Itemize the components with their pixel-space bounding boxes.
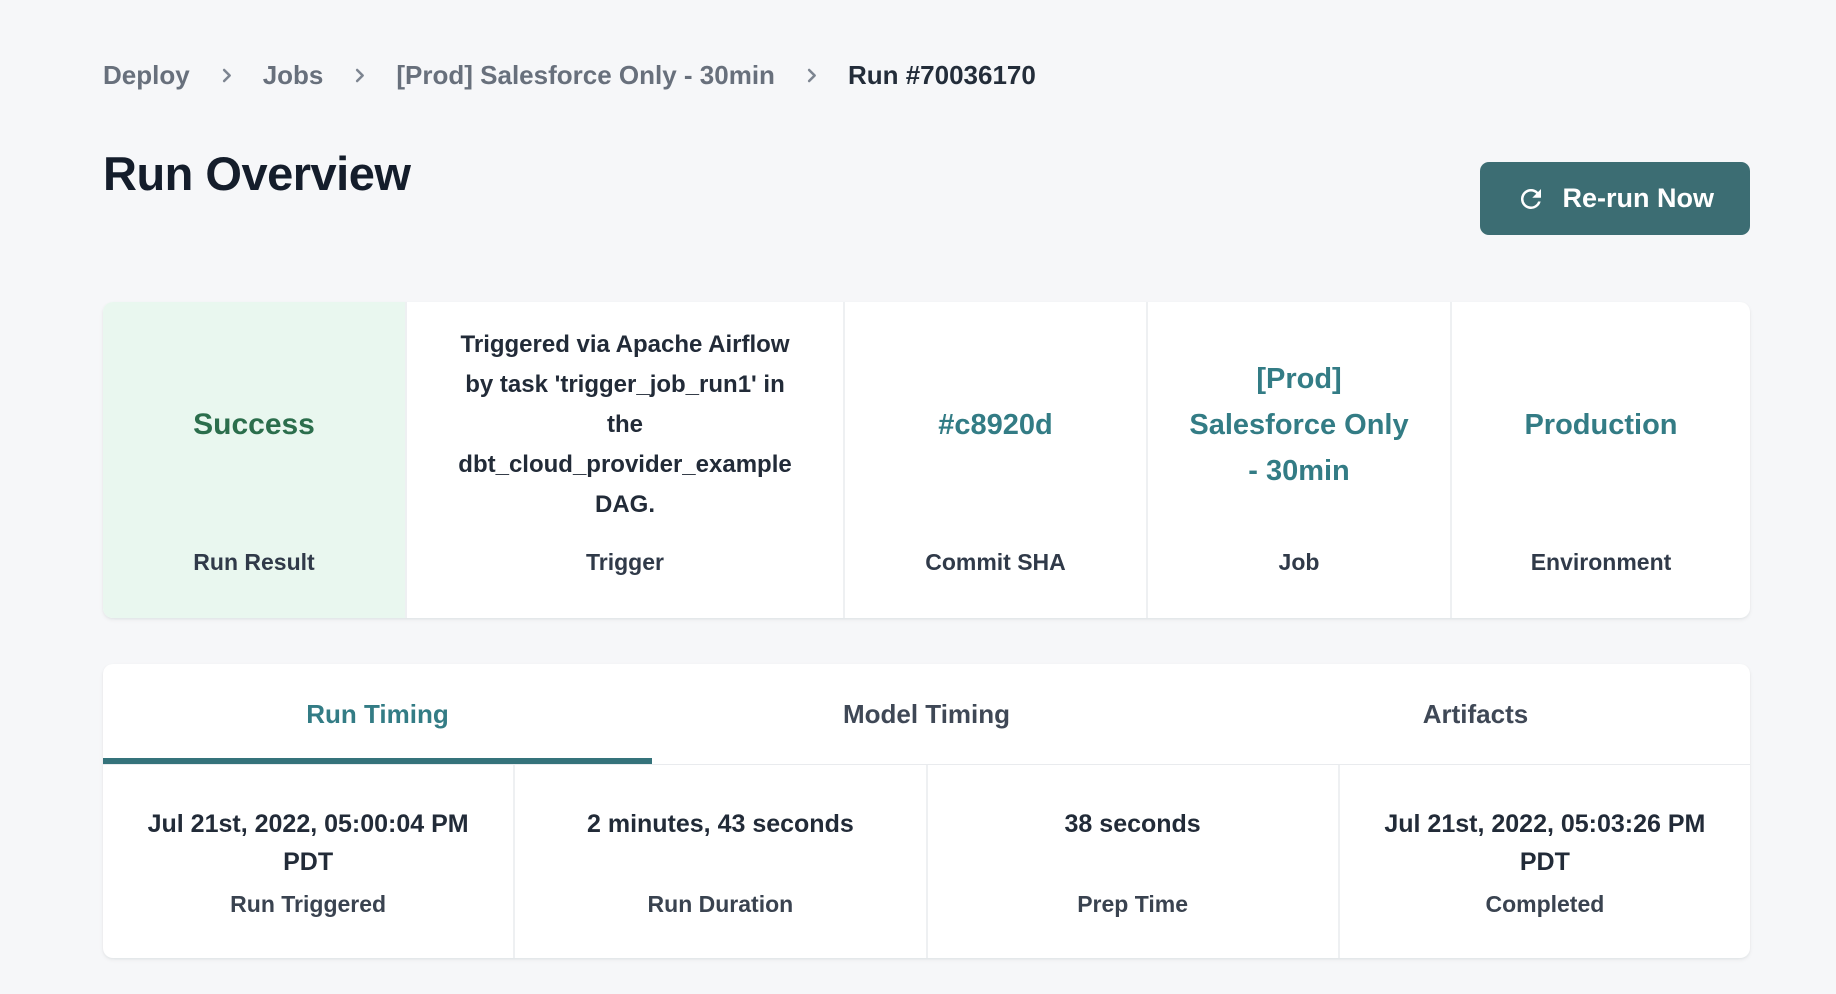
job-label: Job <box>1148 548 1450 618</box>
page-header: Run Overview Re-run Now <box>103 136 1750 235</box>
run-overview-page: Deploy Jobs [Prod] Salesforce Only - 30m… <box>103 0 1750 958</box>
value-line: Production <box>1524 402 1677 448</box>
breadcrumb-current-run: Run #70036170 <box>848 60 1036 91</box>
tab-artifacts[interactable]: Artifacts <box>1201 664 1750 764</box>
run-duration-value: 2 minutes, 43 seconds <box>515 805 925 881</box>
breadcrumb-deploy[interactable]: Deploy <box>103 60 190 91</box>
job-link[interactable]: [Prod] Salesforce Only - 30min <box>1148 302 1450 548</box>
job-card: [Prod] Salesforce Only - 30min Job <box>1148 302 1452 618</box>
environment-card: Production Environment <box>1452 302 1750 618</box>
prep-time-value: 38 seconds <box>928 805 1338 881</box>
environment-label: Environment <box>1452 548 1750 618</box>
environment-link[interactable]: Production <box>1452 302 1750 548</box>
value-line: - 30min <box>1189 448 1408 494</box>
value-line: the <box>458 405 791 445</box>
prep-time-cell: 38 seconds Prep Time <box>928 765 1340 958</box>
run-summary-row: Success Run Result Triggered via Apache … <box>103 302 1750 618</box>
value-line: by task 'trigger_job_run1' in <box>458 365 791 405</box>
page-title: Run Overview <box>103 136 410 212</box>
rerun-now-label: Re-run Now <box>1563 183 1715 214</box>
tab-bar: Run Timing Model Timing Artifacts <box>103 664 1750 765</box>
trigger-label: Trigger <box>407 548 843 618</box>
run-triggered-value: Jul 21st, 2022, 05:00:04 PM PDT <box>103 805 513 881</box>
chevron-right-icon <box>217 66 236 85</box>
commit-sha-card: #c8920d Commit SHA <box>845 302 1148 618</box>
commit-sha-label: Commit SHA <box>845 548 1146 618</box>
completed-value: Jul 21st, 2022, 05:03:26 PM PDT <box>1340 805 1750 881</box>
value-line: Jul 21st, 2022, 05:03:26 PM <box>1340 805 1750 843</box>
breadcrumb-jobs[interactable]: Jobs <box>263 60 324 91</box>
value-line: 2 minutes, 43 seconds <box>515 805 925 843</box>
completed-cell: Jul 21st, 2022, 05:03:26 PM PDT Complete… <box>1340 765 1750 958</box>
run-timing-panel: Jul 21st, 2022, 05:00:04 PM PDT Run Trig… <box>103 765 1750 958</box>
run-result-value: Success <box>103 302 405 548</box>
value-line: PDT <box>103 843 513 881</box>
rerun-now-button[interactable]: Re-run Now <box>1480 162 1751 235</box>
value-line: Success <box>193 408 315 442</box>
run-triggered-label: Run Triggered <box>103 891 513 918</box>
value-line: dbt_cloud_provider_example <box>458 445 791 485</box>
run-result-card: Success Run Result <box>103 302 407 618</box>
value-line: [Prod] <box>1189 356 1408 402</box>
tab-model-timing[interactable]: Model Timing <box>652 664 1201 764</box>
refresh-icon <box>1516 184 1546 214</box>
run-result-label: Run Result <box>103 548 405 618</box>
trigger-description: Triggered via Apache Airflow by task 'tr… <box>407 302 843 548</box>
breadcrumb-job-name[interactable]: [Prod] Salesforce Only - 30min <box>396 60 775 91</box>
completed-label: Completed <box>1340 891 1750 918</box>
run-triggered-cell: Jul 21st, 2022, 05:00:04 PM PDT Run Trig… <box>103 765 515 958</box>
tab-run-timing[interactable]: Run Timing <box>103 664 652 764</box>
run-duration-label: Run Duration <box>515 891 925 918</box>
value-line: 38 seconds <box>928 805 1338 843</box>
value-line: #c8920d <box>938 402 1053 448</box>
prep-time-label: Prep Time <box>928 891 1338 918</box>
value-line: Triggered via Apache Airflow <box>458 325 791 365</box>
commit-sha-link[interactable]: #c8920d <box>845 302 1146 548</box>
value-line: PDT <box>1340 843 1750 881</box>
chevron-right-icon <box>350 66 369 85</box>
run-duration-cell: 2 minutes, 43 seconds Run Duration <box>515 765 927 958</box>
breadcrumb: Deploy Jobs [Prod] Salesforce Only - 30m… <box>103 0 1750 92</box>
value-line: Jul 21st, 2022, 05:00:04 PM <box>103 805 513 843</box>
run-detail-panel: Run Timing Model Timing Artifacts Jul 21… <box>103 664 1750 958</box>
value-line: Salesforce Only <box>1189 402 1408 448</box>
chevron-right-icon <box>802 66 821 85</box>
trigger-card: Triggered via Apache Airflow by task 'tr… <box>407 302 845 618</box>
value-line: DAG. <box>458 485 791 525</box>
